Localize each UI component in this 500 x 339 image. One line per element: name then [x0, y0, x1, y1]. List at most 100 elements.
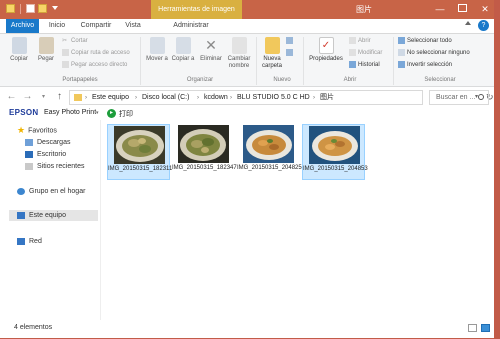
nav-network[interactable]: Red — [17, 236, 42, 247]
select-none-button[interactable]: No seleccionar ninguno — [398, 49, 470, 58]
copy-to-button[interactable]: Copiar a — [170, 37, 196, 63]
network-icon — [17, 237, 25, 245]
paste-button[interactable]: Pegar — [33, 37, 59, 63]
image-thumbnail — [309, 126, 360, 164]
group-separator — [140, 37, 141, 85]
quick-access-dropdown-icon[interactable] — [52, 6, 58, 10]
breadcrumb-kcdown[interactable]: kcdown — [204, 93, 228, 103]
breadcrumb-pictures[interactable]: 图片 — [320, 93, 334, 103]
maximize-button[interactable] — [455, 3, 469, 15]
breadcrumb-local-disk[interactable]: Disco local (C:) — [142, 93, 189, 103]
select-all-button[interactable]: Seleccionar todo — [398, 37, 452, 46]
copy-to-label: Copiar a — [171, 56, 195, 62]
history-icon — [349, 61, 356, 68]
nav-network-label: Red — [29, 238, 42, 245]
invert-selection-button[interactable]: Invertir selección — [398, 61, 452, 70]
paste-icon — [38, 37, 54, 54]
properties-button[interactable]: ✓ Propiedades — [308, 37, 344, 63]
nav-recent-places[interactable]: Sitios recientes — [25, 161, 84, 172]
tab-view[interactable]: Vista — [120, 19, 146, 33]
nav-favorites[interactable]: ★ Favoritos — [17, 125, 57, 136]
nav-homegroup[interactable]: Grupo en el hogar — [17, 186, 85, 197]
select-all-label: Seleccionar todo — [407, 38, 452, 45]
file-item[interactable]: IMG_20150315_204825 — [237, 124, 302, 180]
print-icon[interactable]: ▸ — [107, 109, 116, 118]
breadcrumb-separator-icon: › — [197, 95, 199, 101]
easy-photo-print-dropdown-icon[interactable]: ▾ — [96, 110, 99, 116]
delete-label: Eliminar — [200, 56, 222, 62]
tab-file[interactable]: Archivo — [6, 19, 39, 33]
tab-home[interactable]: Inicio — [43, 19, 71, 33]
minimize-button[interactable]: — — [433, 3, 447, 15]
nav-this-pc-label: Este equipo — [29, 212, 66, 219]
nav-downloads[interactable]: Descargas — [25, 137, 70, 148]
new-folder-icon — [264, 37, 280, 54]
address-field[interactable]: › Este equipo › Disco local (C:) › kcdow… — [69, 90, 494, 105]
print-button[interactable]: 打印 — [119, 109, 133, 119]
edit-icon — [349, 49, 356, 56]
delete-button[interactable]: ✕ Eliminar — [198, 37, 224, 63]
file-item[interactable]: IMG_20150315_182347 — [172, 124, 237, 180]
file-name: IMG_20150315_204853 — [303, 166, 368, 172]
breadcrumb-separator-icon: › — [230, 95, 232, 101]
edit-label: Modificar — [358, 50, 383, 57]
maximize-icon — [457, 4, 467, 12]
details-view-icon[interactable] — [468, 324, 477, 332]
history-button[interactable]: Historial — [349, 61, 380, 70]
paste-shortcut-button[interactable]: Pegar acceso directo — [62, 61, 127, 70]
group-separator — [303, 37, 304, 85]
up-arrow-icon[interactable]: ↑ — [54, 91, 65, 103]
recent-locations-chevron-icon[interactable]: ▾ — [38, 91, 49, 103]
image-thumbnail — [114, 126, 165, 164]
copy-to-icon — [175, 37, 191, 54]
computer-icon — [17, 211, 25, 219]
nav-this-pc[interactable]: Este equipo — [9, 210, 98, 221]
invert-selection-label: Invertir selección — [407, 62, 453, 69]
ribbon-collapse-icon[interactable] — [465, 21, 471, 25]
tab-manage[interactable]: Administrar — [160, 19, 222, 33]
tab-share[interactable]: Compartir — [76, 19, 116, 33]
properties-quick-icon[interactable] — [26, 4, 35, 13]
new-folder-quick-icon[interactable] — [38, 4, 47, 13]
breadcrumb-blu-studio[interactable]: BLU STUDIO 5.0 C HD — [237, 93, 310, 103]
picture-tools-context-tab[interactable]: Herramientas de imagen — [151, 0, 242, 19]
edit-button[interactable]: Modificar — [349, 49, 382, 58]
search-input[interactable]: Buscar en ... — [429, 90, 489, 105]
rename-button[interactable]: Cambiar nombre — [224, 37, 254, 70]
cut-button[interactable]: ✂ Cortar — [62, 37, 88, 46]
select-group-label: Seleccionar — [424, 77, 456, 83]
move-to-icon — [149, 37, 165, 54]
select-none-icon — [398, 49, 405, 56]
address-bar: ← → ▾ ↑ › Este equipo › Disco local (C:)… — [0, 87, 494, 110]
homegroup-icon — [17, 187, 25, 195]
forward-arrow-icon[interactable]: → — [22, 91, 33, 103]
easy-photo-print-button[interactable]: Easy Photo Print — [44, 109, 96, 116]
breadcrumb-this-pc[interactable]: Este equipo — [92, 93, 129, 103]
scissors-icon: ✂ — [62, 38, 68, 44]
quick-access-separator — [20, 4, 21, 14]
easy-access-button[interactable] — [286, 49, 295, 58]
move-to-button[interactable]: Mover a — [144, 37, 170, 63]
copy-path-button[interactable]: Copiar ruta de acceso — [62, 49, 130, 58]
help-icon[interactable]: ? — [478, 20, 489, 31]
open-button[interactable]: Abrir — [349, 37, 371, 46]
new-folder-button[interactable]: Nueva carpeta — [258, 37, 286, 70]
desktop-icon — [25, 150, 33, 158]
folder-icon[interactable] — [6, 4, 15, 13]
file-name: IMG_20150315_204825 — [237, 165, 302, 171]
close-button[interactable]: ✕ — [478, 3, 492, 15]
star-icon: ★ — [17, 125, 26, 135]
paste-shortcut-label: Pegar acceso directo — [71, 62, 128, 69]
nav-desktop[interactable]: Escritorio — [25, 149, 66, 160]
search-placeholder: Buscar en ... — [436, 94, 476, 101]
copy-button[interactable]: Copiar — [6, 37, 32, 63]
new-item-button[interactable] — [286, 37, 295, 46]
select-all-icon — [398, 37, 405, 44]
breadcrumb-separator-icon: › — [85, 95, 87, 101]
large-icons-view-icon[interactable] — [481, 324, 490, 332]
organize-group-label: Organizar — [186, 77, 214, 83]
ribbon: Copiar Pegar ✂ Cortar Copiar ruta de acce… — [0, 34, 494, 87]
file-item[interactable]: IMG_20150315_182311 — [107, 124, 172, 180]
back-arrow-icon[interactable]: ← — [6, 91, 17, 103]
file-item[interactable]: IMG_20150315_204853 — [302, 124, 368, 180]
